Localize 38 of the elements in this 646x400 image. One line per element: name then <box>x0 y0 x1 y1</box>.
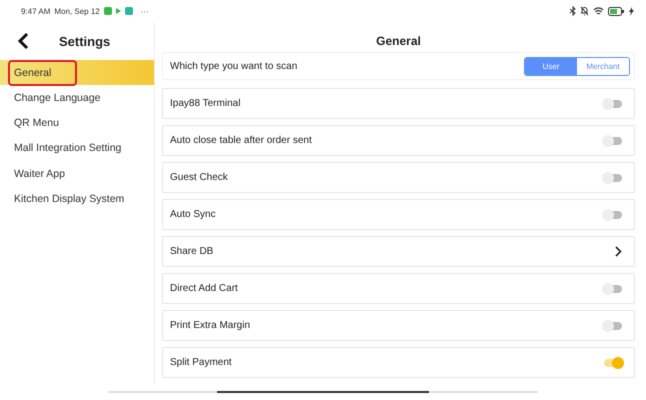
sidebar-title: Settings <box>59 34 110 48</box>
battery-icon <box>608 6 625 16</box>
toggle-switch[interactable] <box>604 136 622 144</box>
page-title: General <box>375 33 422 50</box>
charging-icon <box>629 6 634 16</box>
settings-row[interactable]: Share DB <box>162 236 635 267</box>
toggle-switch[interactable] <box>604 174 622 182</box>
toggle-switch[interactable] <box>604 322 622 330</box>
sidebar-item[interactable]: Waiter App <box>0 160 154 186</box>
row-label: Split Payment <box>170 357 232 368</box>
sidebar-item[interactable]: Kitchen Display System <box>0 186 154 212</box>
row-label: Share DB <box>170 246 214 257</box>
sidebar-item[interactable]: Mall Integration Setting <box>0 136 154 161</box>
app-notification-icon <box>104 7 112 15</box>
app-notification-icon <box>124 7 133 15</box>
toggle-switch[interactable] <box>604 284 622 292</box>
status-time: 9:47 AM <box>21 6 50 16</box>
status-date: Mon, Sep 12 <box>54 6 100 16</box>
sidebar-item[interactable]: General <box>0 60 154 85</box>
toggle-switch[interactable] <box>604 358 622 366</box>
chevron-right-icon <box>615 246 622 257</box>
row-label: Ipay88 Terminal <box>170 98 240 109</box>
play-icon <box>116 8 121 14</box>
wifi-icon <box>593 6 604 16</box>
row-label: Guest Check <box>170 172 228 183</box>
more-indicator: ··· <box>140 6 149 16</box>
row-label: Direct Add Cart <box>170 283 238 294</box>
muted-bell-icon <box>580 6 589 16</box>
toggle-switch[interactable] <box>604 210 622 218</box>
sidebar-item[interactable]: QR Menu <box>0 110 154 136</box>
bluetooth-icon <box>570 6 576 16</box>
sidebar-item[interactable]: Change Language <box>0 85 154 110</box>
back-icon[interactable] <box>17 32 29 50</box>
row-label: Print Extra Margin <box>170 320 250 331</box>
row-label: Auto Sync <box>170 209 216 220</box>
row-label: Auto close table after order sent <box>170 135 312 146</box>
toggle-switch[interactable] <box>604 100 622 108</box>
row-label: Which type you want to scan <box>170 60 298 72</box>
